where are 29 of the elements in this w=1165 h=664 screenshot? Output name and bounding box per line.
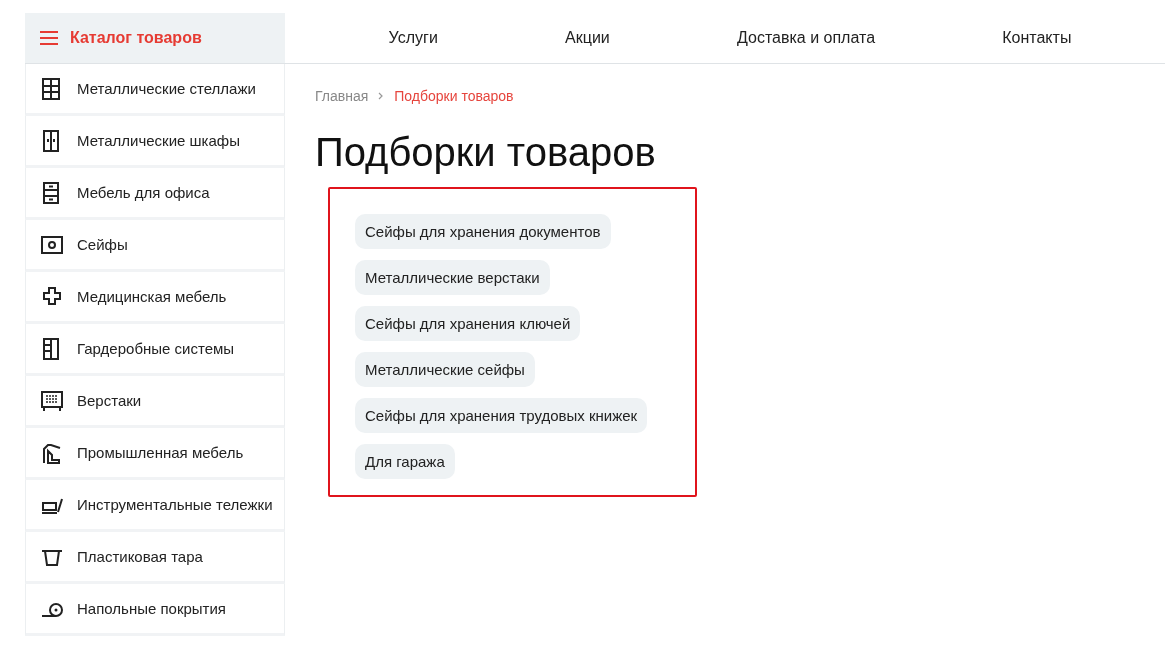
catalog-button[interactable]: Каталог товаров [25,13,285,63]
breadcrumb-link[interactable]: Подборки товаров [394,88,514,104]
collection-tag[interactable]: Металлические сейфы [355,352,535,387]
collection-tag[interactable]: Для гаража [355,444,455,479]
sidebar-item[interactable]: Сейфы [25,220,285,272]
sidebar-item[interactable]: Металлические шкафы [25,116,285,168]
sidebar-item[interactable]: Промышленная мебель [25,428,285,480]
nav-link[interactable]: Акции [565,29,610,47]
collection-tag[interactable]: Сейфы для хранения трудовых книжек [355,398,648,433]
nav-link[interactable]: Услуги [388,29,438,47]
category-icon [41,76,63,101]
collection-tag[interactable]: Сейфы для хранения ключей [355,306,581,341]
sidebar-item[interactable]: Медицинская мебель [25,272,285,324]
category-icon [41,388,63,413]
sidebar-item[interactable]: Металлические стеллажи [25,64,285,116]
collection-tag[interactable]: Сейфы для хранения документов [355,214,611,249]
breadcrumb-link[interactable]: Главная [315,88,369,104]
chevron-icon [378,92,385,100]
sidebar-item[interactable]: Пластиковая тара [25,532,285,584]
page-title: Подборки товаров [315,130,656,175]
sidebar-item[interactable]: Мебель для офиса [25,168,285,220]
nav-link[interactable]: Контакты [1002,29,1072,47]
sidebar-item[interactable]: Инструментальные тележки [25,480,285,532]
sidebar-item[interactable]: Гардеробные системы [25,324,285,376]
sidebar-item[interactable]: Напольные покрытия [25,584,285,636]
menu-icon [40,31,58,45]
collection-tag[interactable]: Металлические верстаки [355,260,550,295]
sidebar-item[interactable]: Верстаки [25,376,285,428]
nav-link[interactable]: Доставка и оплата [737,29,876,47]
